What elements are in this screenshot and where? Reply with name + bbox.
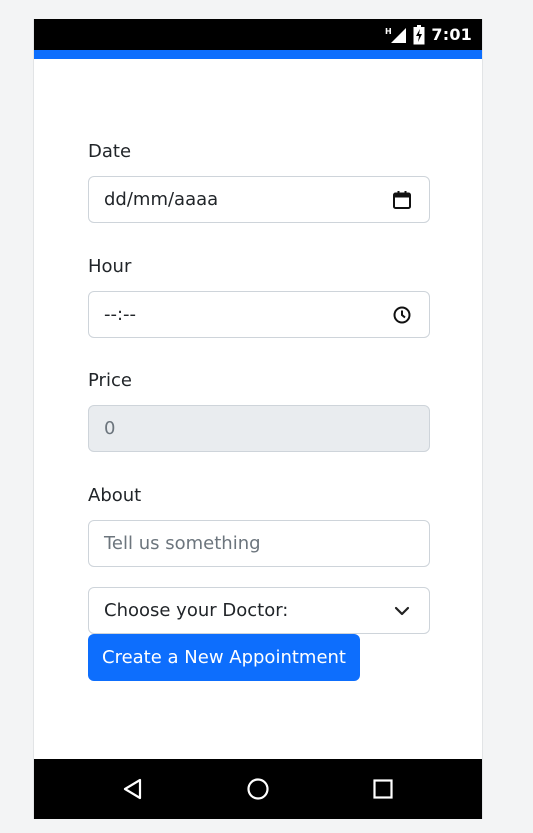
price-value: 0 (104, 418, 116, 439)
home-circle-icon[interactable] (246, 777, 270, 801)
hour-label: Hour (88, 256, 132, 277)
date-value: dd/mm/aaaa (104, 189, 219, 210)
price-label: Price (88, 370, 132, 391)
date-input[interactable]: dd/mm/aaaa (88, 176, 430, 223)
calendar-icon[interactable] (392, 190, 412, 210)
hour-input[interactable]: --:-- (88, 291, 430, 338)
phone-screen: H 7:01 Date dd/mm/aaaa Hour --:-- Price … (33, 19, 483, 819)
about-input[interactable]: Tell us something (88, 520, 430, 567)
doctor-select[interactable]: Choose your Doctor: (88, 587, 430, 634)
signal-h-icon: H (385, 27, 407, 43)
doctor-select-value: Choose your Doctor: (104, 600, 289, 621)
price-input: 0 (88, 405, 430, 452)
clock-icon[interactable] (392, 305, 412, 325)
about-label: About (88, 485, 142, 506)
chevron-down-icon (394, 606, 410, 616)
create-appointment-button[interactable]: Create a New Appointment (88, 634, 360, 681)
battery-charging-icon (413, 24, 425, 44)
hour-value: --:-- (104, 304, 137, 325)
android-nav-bar (34, 759, 482, 819)
about-placeholder: Tell us something (104, 533, 261, 554)
date-label: Date (88, 141, 132, 162)
recents-square-icon[interactable] (371, 777, 395, 801)
status-time: 7:01 (431, 25, 472, 44)
back-triangle-icon[interactable] (121, 777, 145, 801)
status-indicators: H 7:01 (385, 19, 472, 50)
status-bar: H 7:01 (34, 19, 482, 50)
app-header-accent (34, 50, 482, 59)
svg-text:H: H (385, 27, 392, 36)
